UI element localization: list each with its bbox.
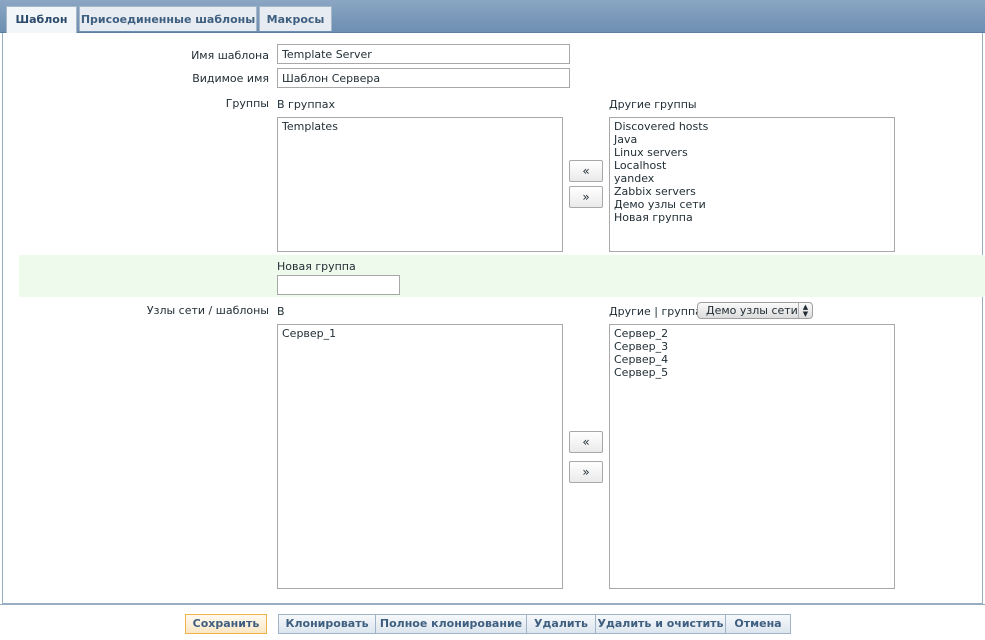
visible-name-input[interactable] [277,68,570,88]
list-item[interactable]: Сервер_2 [614,327,890,340]
move-group-right-button[interactable]: » [569,186,603,208]
new-group-label: Новая группа [277,260,356,273]
list-item[interactable]: Демо узлы сети [614,198,890,211]
in-hosts-label: В [277,305,285,318]
footer-toolbar: Сохранить Клонировать Полное клонировани… [0,604,985,640]
form-panel: Имя шаблона Видимое имя Группы В группах… [2,33,985,604]
groups-label: Группы [225,97,269,110]
group-select[interactable]: Демо узлы сети ▲ ▼ [697,302,813,319]
other-hosts-list[interactable]: Сервер_2 Сервер_3 Сервер_4 Сервер_5 [609,324,895,589]
save-button[interactable]: Сохранить [185,614,267,634]
list-item[interactable]: Discovered hosts [614,120,890,133]
list-item[interactable]: Сервер_1 [282,327,558,340]
tab-template[interactable]: Шаблон [6,6,77,33]
select-arrows-icon: ▲ ▼ [798,303,812,318]
delete-and-clear-button[interactable]: Удалить и очистить [595,614,726,634]
other-hosts-label: Другие | группа [609,305,702,318]
list-item[interactable]: Java [614,133,890,146]
hosts-templates-label: Узлы сети / шаблоны [146,304,269,317]
in-hosts-list[interactable]: Сервер_1 [277,324,563,589]
clone-button[interactable]: Клонировать [278,614,376,634]
delete-button[interactable]: Удалить [526,614,596,634]
list-item[interactable]: Templates [282,120,558,133]
list-item[interactable]: Сервер_5 [614,366,890,379]
move-host-right-button[interactable]: » [569,461,603,483]
move-host-left-button[interactable]: « [569,431,603,453]
group-select-value: Демо узлы сети [706,304,798,317]
tab-macros[interactable]: Макросы [259,6,332,31]
other-groups-label: Другие группы [609,98,697,111]
cancel-button[interactable]: Отмена [725,614,791,634]
template-name-input[interactable] [277,44,570,64]
list-item[interactable]: Localhost [614,159,890,172]
list-item[interactable]: yandex [614,172,890,185]
list-item[interactable]: Сервер_3 [614,340,890,353]
tab-linked-templates[interactable]: Присоединенные шаблоны [79,6,257,31]
full-clone-button[interactable]: Полное клонирование [375,614,527,634]
new-group-input[interactable] [277,275,400,295]
visible-name-label: Видимое имя [192,72,269,85]
list-item[interactable]: Новая группа [614,211,890,224]
new-group-row [19,255,985,297]
list-item[interactable]: Сервер_4 [614,353,890,366]
list-item[interactable]: Zabbix servers [614,185,890,198]
template-name-label: Имя шаблона [191,49,269,62]
in-groups-label: В группах [277,98,335,111]
in-groups-list[interactable]: Templates [277,117,563,252]
other-groups-list[interactable]: Discovered hosts Java Linux servers Loca… [609,117,895,252]
tab-bar: Шаблон Присоединенные шаблоны Макросы [0,0,985,33]
list-item[interactable]: Linux servers [614,146,890,159]
move-group-left-button[interactable]: « [569,160,603,182]
